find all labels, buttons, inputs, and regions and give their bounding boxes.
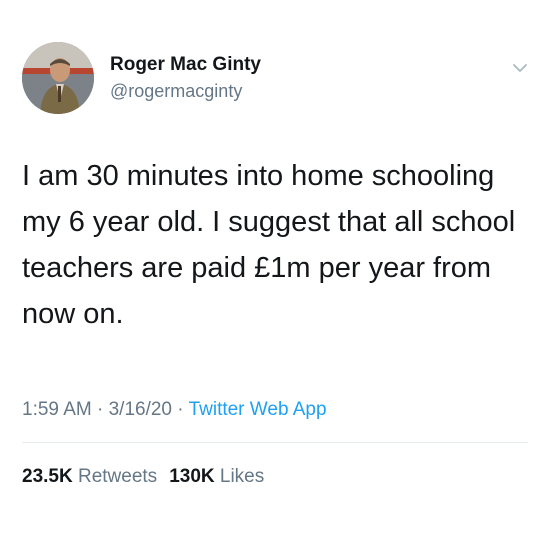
tweet-time[interactable]: 1:59 AM <box>22 399 92 420</box>
retweets-label: Retweets <box>77 466 158 487</box>
tweet-metadata: 1:59 AM · 3/16/20 · Twitter Web App <box>22 396 327 424</box>
author-names: Roger Mac Ginty @rogermacginty <box>110 53 261 103</box>
tweet-date[interactable]: 3/16/20 <box>109 399 172 420</box>
tweet-card: Roger Mac Ginty @rogermacginty I am 30 m… <box>0 0 550 550</box>
avatar[interactable] <box>22 42 94 114</box>
tweet-source-link[interactable]: Twitter Web App <box>189 399 327 420</box>
avatar-photo-icon <box>22 42 94 114</box>
tweet-text: I am 30 minutes into home schooling my 6… <box>22 160 516 330</box>
tweet-header: Roger Mac Ginty @rogermacginty <box>22 42 261 114</box>
likes-count: 130K <box>169 466 215 487</box>
retweets-count: 23.5K <box>22 466 73 487</box>
likes-stat[interactable]: 130K Likes <box>169 466 264 487</box>
author-display-name[interactable]: Roger Mac Ginty <box>110 53 261 77</box>
tweet-stats: 23.5K Retweets 130K Likes <box>22 463 264 491</box>
retweets-stat[interactable]: 23.5K Retweets <box>22 466 157 487</box>
author-handle[interactable]: @rogermacginty <box>110 79 261 103</box>
likes-label: Likes <box>219 466 265 487</box>
meta-separator: · <box>172 399 189 420</box>
tweet-menu-button[interactable] <box>510 58 530 78</box>
meta-separator: · <box>91 399 109 420</box>
chevron-down-icon <box>513 64 527 72</box>
divider <box>22 442 528 443</box>
